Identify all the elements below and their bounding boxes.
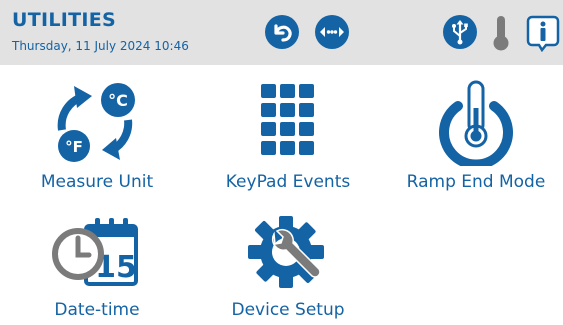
date-time-display: Thursday, 11 July 2024 10:46	[12, 39, 189, 53]
ramp-end-mode-label: Ramp End Mode	[406, 172, 546, 192]
celsius-fahrenheit-icon: °C °F	[57, 83, 135, 162]
info-icon	[526, 15, 560, 52]
date-time-tile[interactable]: 15 Date-time	[32, 212, 162, 322]
thermometer-icon	[493, 16, 509, 51]
thermometer-power-icon	[439, 80, 513, 166]
device-setup-label: Device Setup	[231, 300, 345, 320]
utilities-screen: UTILITIES Thursday, 11 July 2024 10:46 °…	[0, 0, 563, 325]
connection-button[interactable]	[314, 14, 350, 50]
back-button[interactable]	[264, 14, 300, 50]
usb-icon	[443, 15, 477, 49]
header-bar: UTILITIES Thursday, 11 July 2024 10:46	[0, 0, 563, 65]
ramp-end-mode-tile[interactable]: Ramp End Mode	[395, 80, 557, 194]
gear-wrench-icon	[248, 216, 324, 288]
temperature-status[interactable]	[490, 14, 512, 51]
connection-icon	[315, 15, 349, 49]
usb-status[interactable]	[442, 14, 478, 50]
back-icon	[265, 15, 299, 49]
keypad-events-label: KeyPad Events	[225, 172, 351, 192]
keypad-icon	[261, 84, 314, 155]
clock-calendar-icon: 15	[52, 218, 138, 286]
svg-text:°F: °F	[65, 138, 83, 156]
info-button[interactable]	[526, 14, 560, 52]
date-time-label: Date-time	[54, 300, 140, 320]
device-setup-tile[interactable]: Device Setup	[213, 212, 363, 322]
keypad-events-tile[interactable]: KeyPad Events	[213, 80, 363, 194]
measure-unit-tile[interactable]: °C °F Measure Unit	[27, 80, 167, 194]
measure-unit-label: Measure Unit	[40, 172, 154, 192]
svg-text:°C: °C	[108, 91, 128, 110]
page-title: UTILITIES	[12, 9, 117, 31]
